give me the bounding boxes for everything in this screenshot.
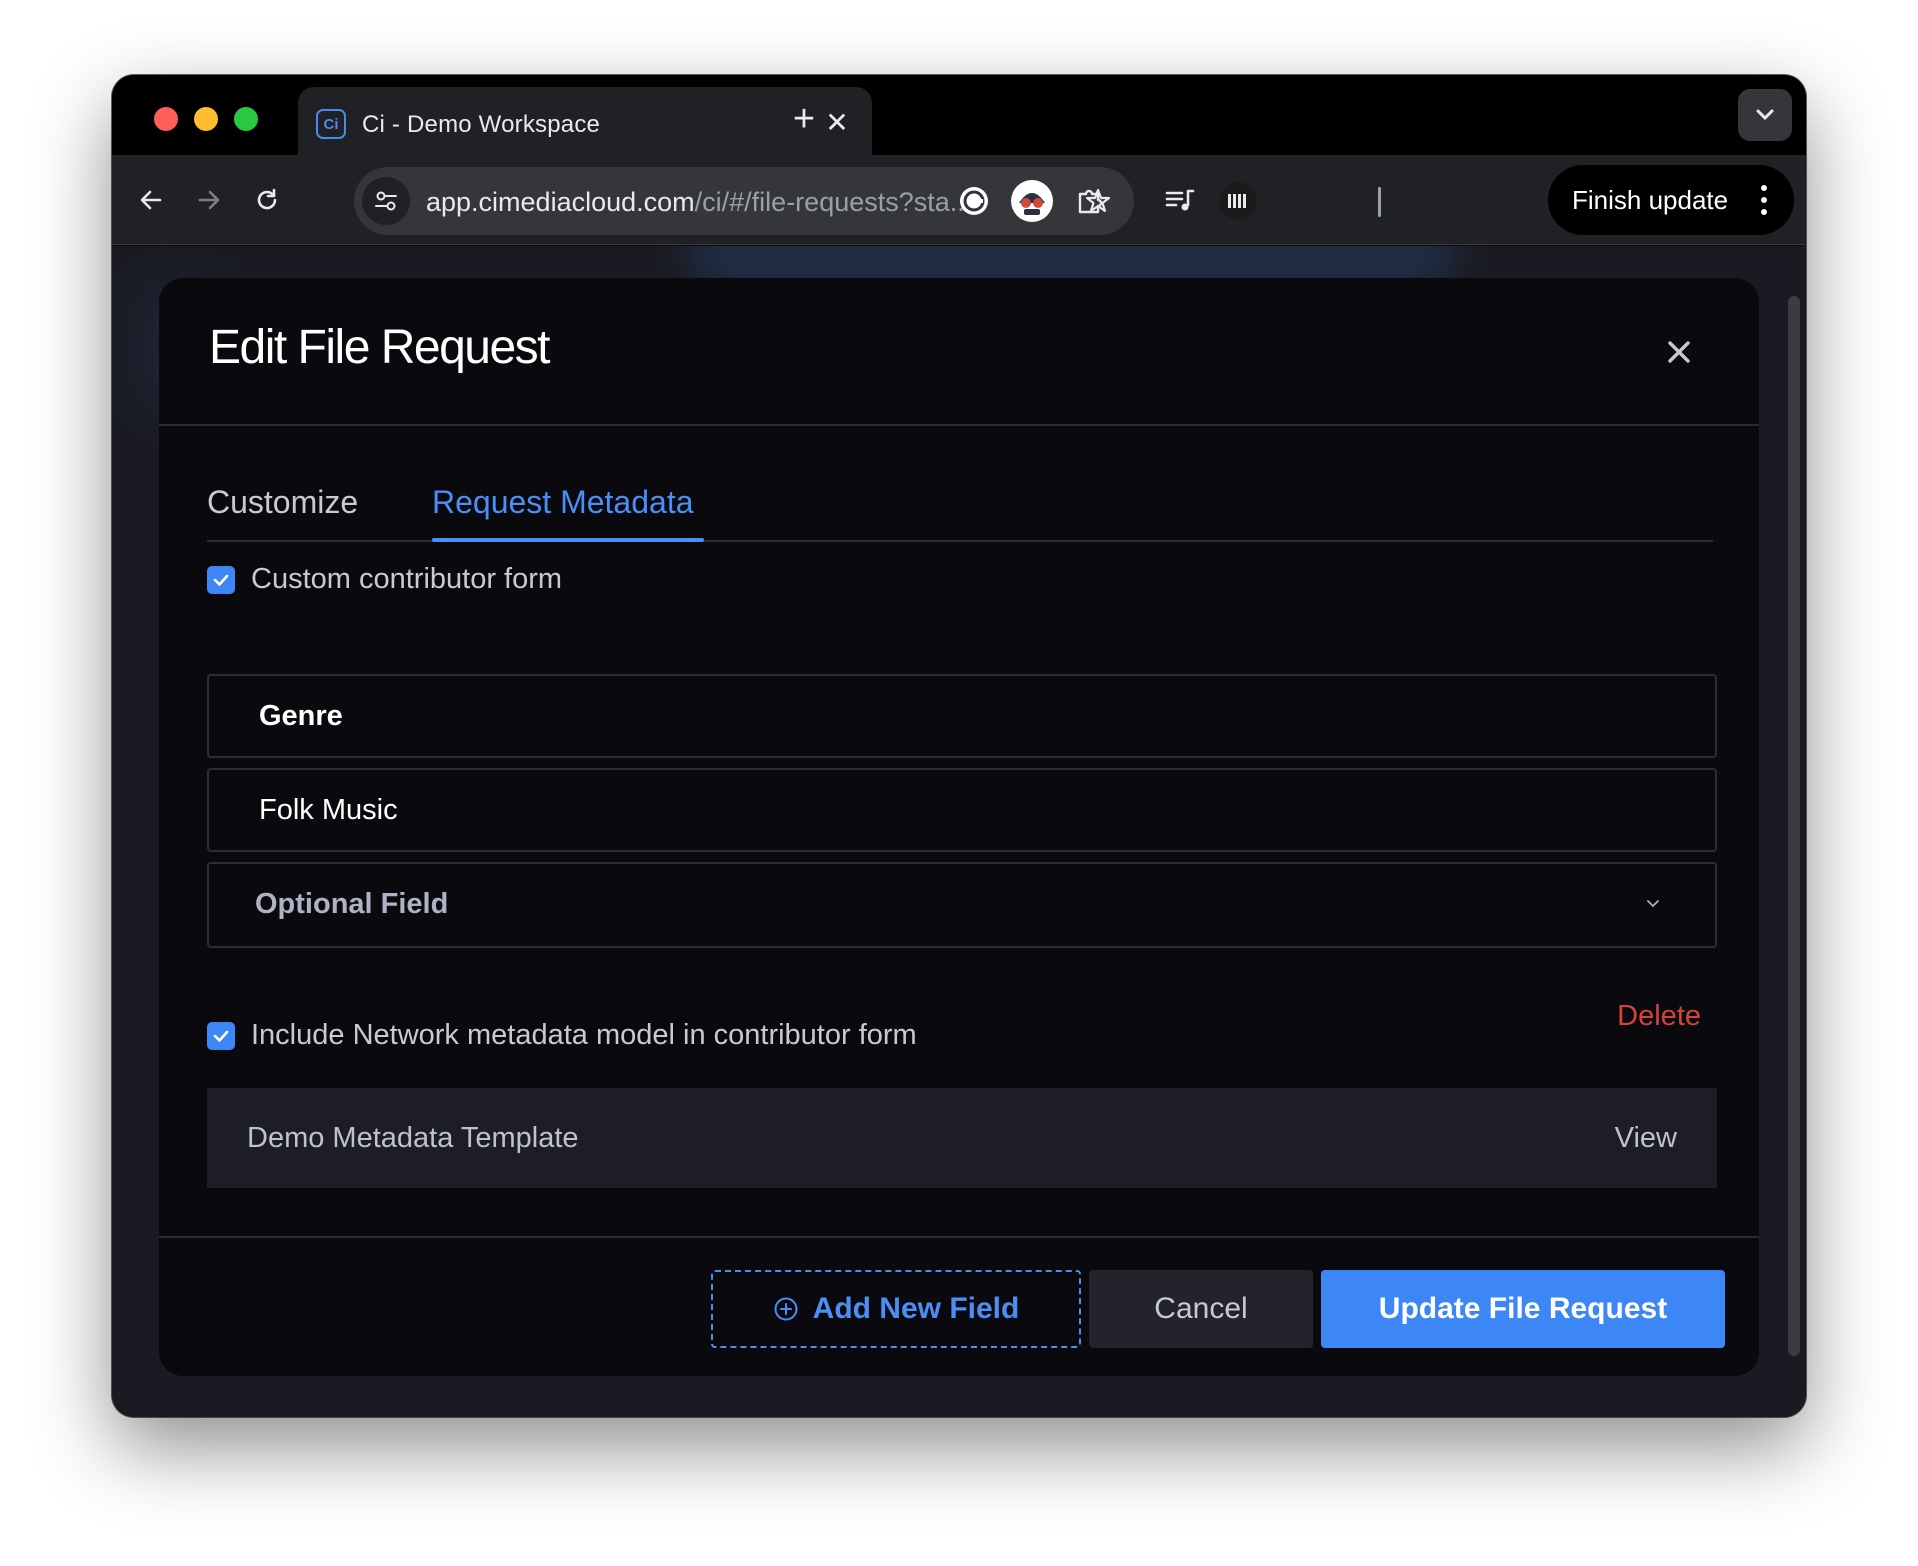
custom-form-checkbox[interactable]	[207, 566, 235, 594]
checkmark-icon	[213, 1030, 229, 1042]
plus-circle-icon	[774, 1297, 798, 1321]
puzzle-icon[interactable]	[1066, 177, 1114, 225]
field-requirement-select[interactable]: Optional Field	[207, 862, 1717, 948]
tune-icon	[375, 191, 397, 211]
minimize-window-button[interactable]	[194, 107, 218, 131]
tab-customize[interactable]: Customize	[207, 484, 358, 521]
avatar-extension-icon[interactable]	[1008, 177, 1056, 225]
metadata-template-row: Demo Metadata Template View	[207, 1088, 1717, 1188]
modal-header: Edit File Request	[159, 278, 1759, 426]
reload-icon	[257, 188, 277, 210]
field-name-value: Genre	[259, 700, 343, 732]
template-name: Demo Metadata Template	[247, 1122, 579, 1154]
add-new-field-button[interactable]: Add New Field	[711, 1270, 1081, 1348]
modal-title: Edit File Request	[209, 321, 551, 374]
toolbar-divider	[1378, 187, 1381, 217]
active-tab-indicator	[432, 538, 704, 542]
browser-toolbar: app.cimediacloud.com/ci/#/file-requests?…	[112, 155, 1806, 245]
reload-button[interactable]	[244, 177, 290, 223]
url-path: /ci/#/file-requests?sta...	[694, 187, 973, 217]
tab-strip: Ci Ci - Demo Workspace ✕ +	[112, 75, 1806, 157]
back-arrow-icon	[140, 190, 162, 210]
close-window-button[interactable]	[154, 107, 178, 131]
finish-update-button[interactable]: Finish update	[1548, 165, 1794, 235]
finish-update-label: Finish update	[1572, 184, 1729, 215]
footer-divider	[159, 1236, 1759, 1238]
media-queue-icon[interactable]	[1156, 177, 1204, 225]
forward-button[interactable]	[186, 177, 232, 223]
url-host: app.cimediacloud.com	[426, 187, 695, 217]
field-requirement-value: Optional Field	[255, 888, 449, 920]
browser-window: Ci Ci - Demo Workspace ✕ + app.cimediacl…	[112, 75, 1806, 1417]
site-info-button[interactable]	[362, 177, 410, 225]
shhs-extension-icon[interactable]	[1214, 177, 1262, 225]
more-menu-icon[interactable]	[1760, 185, 1768, 215]
page-scrollbar[interactable]	[1788, 296, 1800, 1356]
grammarly-icon[interactable]	[950, 177, 998, 225]
field-name-input[interactable]: Genre	[207, 674, 1717, 758]
maximize-window-button[interactable]	[234, 107, 258, 131]
chevron-down-icon	[1756, 109, 1774, 121]
checkmark-icon	[213, 574, 229, 586]
new-tab-button[interactable]: +	[782, 97, 826, 141]
forward-arrow-icon	[198, 190, 220, 210]
tab-title: Ci - Demo Workspace	[362, 111, 601, 138]
network-metadata-label: Include Network metadata model in contri…	[251, 1019, 917, 1051]
add-new-field-label: Add New Field	[812, 1292, 1020, 1325]
ci-favicon-icon: Ci	[316, 109, 346, 139]
custom-form-label: Custom contributor form	[251, 563, 563, 595]
chevron-down-icon	[1647, 900, 1659, 908]
modal-tabs: Customize Request Metadata	[207, 458, 1713, 542]
page-content: Edit File Request Customize Request Meta…	[112, 246, 1806, 1417]
delete-field-link[interactable]: Delete	[1617, 1000, 1701, 1033]
close-icon[interactable]	[1659, 332, 1699, 372]
view-template-link[interactable]: View	[1615, 1122, 1677, 1155]
tab-request-metadata[interactable]: Request Metadata	[432, 484, 694, 521]
tab-search-button[interactable]	[1738, 89, 1792, 141]
back-button[interactable]	[128, 177, 174, 223]
field-value-text: Folk Music	[259, 794, 398, 826]
cancel-button[interactable]: Cancel	[1089, 1270, 1313, 1348]
field-value-input[interactable]: Folk Music	[207, 768, 1717, 852]
network-metadata-checkbox[interactable]	[207, 1022, 235, 1050]
update-file-request-button[interactable]: Update File Request	[1321, 1270, 1725, 1348]
edit-file-request-modal: Edit File Request Customize Request Meta…	[159, 278, 1759, 1376]
